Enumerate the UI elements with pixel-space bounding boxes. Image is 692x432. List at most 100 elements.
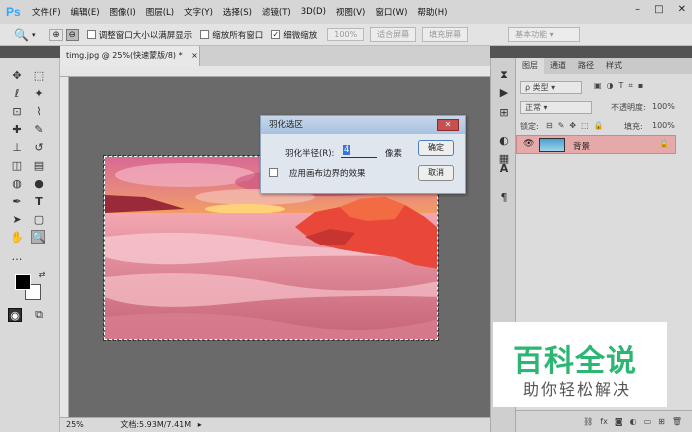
feather-radius-input[interactable]: 4 bbox=[341, 145, 377, 158]
blend-mode-select[interactable]: 正常 ▾ bbox=[520, 101, 592, 114]
new-group-icon[interactable]: ▭ bbox=[644, 417, 652, 426]
resize-window-label: 调整窗口大小以满屏显示 bbox=[98, 30, 193, 41]
status-bar: 25% 文档:5.93M/7.41M ▸ bbox=[60, 417, 490, 432]
tab-channels[interactable]: 通道 bbox=[544, 58, 572, 74]
gradient-tool-icon[interactable]: ▤ bbox=[32, 159, 46, 173]
minimize-button[interactable]: – bbox=[635, 4, 640, 15]
status-arrow-icon[interactable]: ▸ bbox=[198, 420, 202, 429]
history-brush-icon[interactable]: ↺ bbox=[32, 141, 46, 155]
blur-tool-icon[interactable]: ◍ bbox=[10, 177, 24, 191]
layer-row-background[interactable]: 👁 背景 🔒 bbox=[516, 135, 676, 154]
ok-button[interactable]: 确定 bbox=[418, 140, 454, 156]
zoom-level[interactable]: 25% bbox=[66, 420, 84, 429]
menu-help[interactable]: 帮助(H) bbox=[417, 6, 447, 18]
screen-mode-icon[interactable]: ⧉ bbox=[32, 308, 46, 322]
zoom-out-icon[interactable]: ⊖ bbox=[65, 28, 79, 41]
move-tool-icon[interactable]: ✥ bbox=[10, 69, 24, 83]
fx-icon[interactable]: fx bbox=[600, 417, 608, 426]
zoom-tool-icon[interactable]: 🔍 bbox=[31, 230, 46, 244]
hand-tool-icon[interactable]: ✋ bbox=[10, 231, 24, 245]
layer-name[interactable]: 背景 bbox=[573, 140, 590, 152]
shape-tool-icon[interactable]: ▢ bbox=[32, 213, 46, 227]
healing-brush-icon[interactable]: ✚ bbox=[10, 123, 24, 137]
crop-tool-icon[interactable]: ⊡ bbox=[10, 105, 24, 119]
clone-stamp-icon[interactable]: ⊥ bbox=[10, 141, 24, 155]
scrubby-zoom-label: 细微缩放 bbox=[283, 30, 318, 41]
more-tools-icon[interactable]: … bbox=[10, 250, 24, 264]
scrubby-zoom-checkbox[interactable]: ✓ bbox=[271, 30, 281, 39]
zoom-100-button[interactable]: 100% bbox=[327, 28, 365, 41]
layer-mask-icon[interactable]: ◙ bbox=[615, 417, 623, 426]
fill-screen-button[interactable]: 填充屏幕 bbox=[422, 27, 469, 42]
swap-colors-icon[interactable]: ⇄ bbox=[35, 268, 49, 282]
menu-view[interactable]: 视图(V) bbox=[336, 6, 365, 18]
document-tab[interactable]: timg.jpg @ 25%(快速蒙版/8) * × bbox=[60, 46, 200, 66]
chevron-down-icon[interactable]: ▾ bbox=[32, 31, 36, 39]
actions-panel-icon[interactable]: ▶ bbox=[497, 86, 511, 100]
menu-file[interactable]: 文件(F) bbox=[32, 6, 61, 18]
pen-tool-icon[interactable]: ✒ bbox=[10, 195, 24, 209]
resize-window-checkbox[interactable] bbox=[86, 30, 96, 39]
watermark-subtitle: 助你轻松解决 bbox=[523, 380, 632, 399]
zoom-all-label: 缩放所有窗口 bbox=[212, 30, 264, 41]
menu-3d[interactable]: 3D(D) bbox=[301, 7, 326, 17]
feather-radius-label: 羽化半径(R): bbox=[285, 149, 335, 159]
link-layers-icon[interactable]: ⛓ bbox=[583, 417, 593, 426]
close-tab-icon[interactable]: × bbox=[191, 51, 198, 60]
layer-filter-icons[interactable]: ▣◑T⌗▪ bbox=[594, 81, 648, 91]
foreground-color-swatch[interactable] bbox=[15, 274, 31, 290]
vertical-ruler bbox=[60, 77, 69, 417]
tab-styles[interactable]: 样式 bbox=[600, 58, 628, 74]
zoom-tool-icon[interactable]: 🔍 bbox=[14, 28, 29, 42]
type-tool-icon[interactable]: T bbox=[32, 195, 46, 209]
dialog-close-button[interactable]: ✕ bbox=[437, 119, 459, 131]
tab-layers[interactable]: 图层 bbox=[516, 58, 544, 74]
document-size: 文档:5.93M/7.41M bbox=[120, 420, 192, 429]
lock-icons[interactable]: ⊟✎✥⬚🔒 bbox=[546, 121, 609, 130]
path-select-icon[interactable]: ➤ bbox=[10, 213, 24, 227]
menu-type[interactable]: 文字(Y) bbox=[184, 6, 213, 18]
menu-bar: Ps 文件(F) 编辑(E) 图像(I) 图层(L) 文字(Y) 选择(S) 滤… bbox=[0, 0, 692, 24]
maximize-button[interactable]: □ bbox=[654, 4, 663, 15]
eyedropper-icon[interactable]: ⌇ bbox=[32, 105, 46, 119]
dodge-tool-icon[interactable]: ● bbox=[32, 177, 46, 191]
lasso-tool-icon[interactable]: ℓ bbox=[10, 87, 24, 101]
dialog-title: 羽化选区 bbox=[261, 116, 465, 134]
opacity-value[interactable]: 100% bbox=[652, 102, 675, 111]
apply-edge-label: 应用画布边界的效果 bbox=[289, 169, 366, 179]
menu-edit[interactable]: 编辑(E) bbox=[71, 6, 100, 18]
opacity-label: 不透明度: bbox=[611, 103, 646, 112]
zoom-all-checkbox[interactable] bbox=[200, 30, 210, 39]
new-layer-icon[interactable]: ⊞ bbox=[658, 417, 665, 426]
menu-select[interactable]: 选择(S) bbox=[223, 6, 252, 18]
menu-filter[interactable]: 滤镜(T) bbox=[262, 6, 291, 18]
zoom-in-icon[interactable]: ⊕ bbox=[49, 28, 63, 41]
quick-mask-icon[interactable]: ◉ bbox=[8, 308, 22, 322]
menu-layer[interactable]: 图层(L) bbox=[146, 6, 174, 18]
apply-edge-checkbox[interactable] bbox=[269, 168, 278, 177]
photoshop-logo: Ps bbox=[6, 5, 21, 19]
menu-window[interactable]: 窗口(W) bbox=[375, 6, 407, 18]
panel-tabs: 图层 通道 路径 样式 bbox=[516, 58, 692, 74]
adjustments-panel-icon[interactable]: ◐ bbox=[497, 134, 511, 148]
brush-tool-icon[interactable]: ✎ bbox=[32, 123, 46, 137]
properties-panel-icon[interactable]: ⊞ bbox=[497, 106, 511, 120]
eraser-tool-icon[interactable]: ◫ bbox=[10, 159, 24, 173]
history-panel-icon[interactable]: ⧗ bbox=[497, 68, 511, 82]
marquee-tool-icon[interactable]: ⬚ bbox=[32, 69, 46, 83]
workspace-select[interactable]: 基本功能 ▾ bbox=[508, 27, 581, 42]
unit-label: 像素 bbox=[385, 149, 403, 159]
tab-paths[interactable]: 路径 bbox=[572, 58, 600, 74]
magic-wand-icon[interactable]: ✦ bbox=[32, 87, 46, 101]
fit-screen-button[interactable]: 适合屏幕 bbox=[370, 27, 417, 42]
paragraph-panel-icon[interactable]: ¶ bbox=[497, 191, 511, 205]
delete-layer-icon[interactable]: 🗑 bbox=[672, 417, 682, 426]
fill-value[interactable]: 100% bbox=[652, 121, 675, 130]
layer-filter-select[interactable]: ρ 类型 ▾ bbox=[520, 81, 582, 94]
cancel-button[interactable]: 取消 bbox=[418, 165, 454, 181]
visibility-eye-icon[interactable]: 👁 bbox=[523, 139, 534, 149]
character-panel-icon[interactable]: A bbox=[497, 162, 511, 176]
menu-image[interactable]: 图像(I) bbox=[110, 6, 136, 18]
close-button[interactable]: ✕ bbox=[678, 4, 686, 15]
adjustment-layer-icon[interactable]: ◐ bbox=[630, 417, 637, 426]
